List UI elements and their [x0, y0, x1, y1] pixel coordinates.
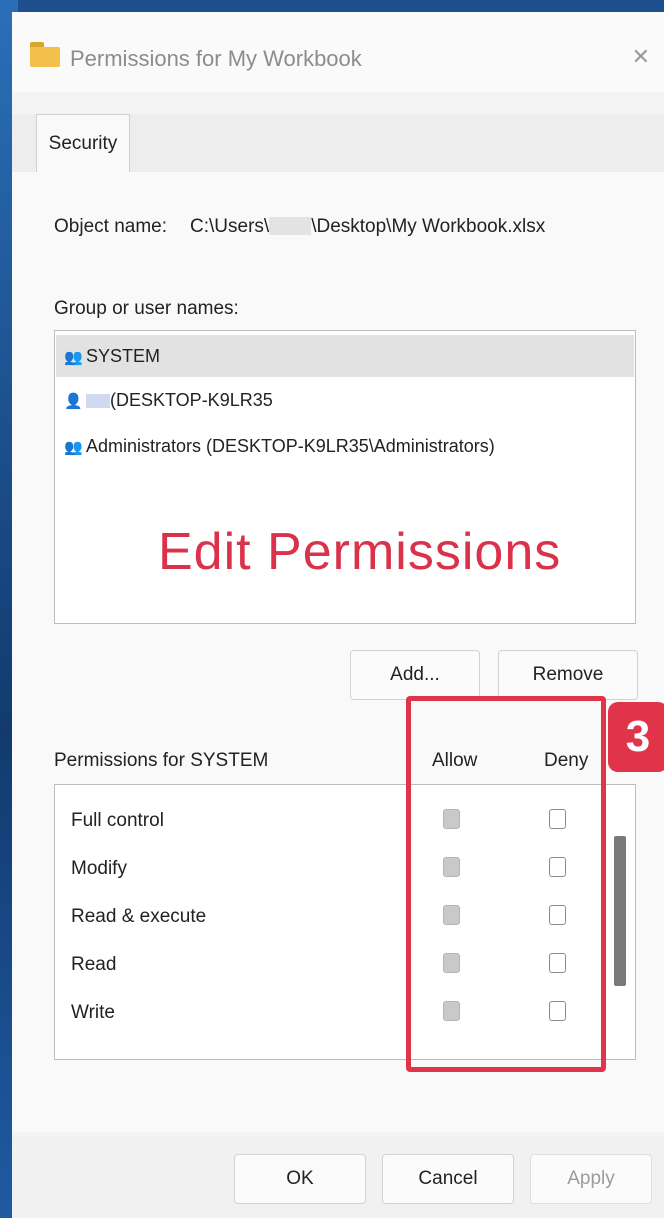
allow-deny-highlight-box — [406, 696, 606, 1072]
tab-strip: Security — [12, 114, 664, 173]
user-item-label: SYSTEM — [86, 346, 161, 366]
permissions-dialog: Permissions for My Workbook ✕ Security O… — [12, 12, 664, 1218]
title-bar: Permissions for My Workbook ✕ — [12, 12, 664, 92]
close-icon[interactable]: ✕ — [632, 44, 650, 70]
user-item-administrators[interactable]: 👥 Administrators (DESKTOP-K9LR35\Administ… — [56, 425, 634, 467]
object-path-suffix: \Desktop\My Workbook.xlsx — [311, 216, 546, 237]
permission-name: Write — [71, 1002, 115, 1023]
permissions-scrollbar[interactable] — [614, 836, 626, 986]
permission-name: Read & execute — [71, 906, 207, 927]
permission-name: Full control — [71, 810, 164, 831]
apply-button[interactable]: Apply — [530, 1154, 652, 1204]
group-icon: 👥 — [64, 439, 83, 456]
user-item-system[interactable]: 👥 SYSTEM — [56, 335, 634, 377]
edit-permissions-overlay: Edit Permissions — [158, 523, 562, 581]
object-name-value: C:\Users\ \Desktop\My Workbook.xlsx — [190, 216, 545, 238]
add-button[interactable]: Add... — [350, 650, 480, 700]
user-icon: 👤 — [64, 393, 83, 410]
group-icon: 👥 — [64, 349, 83, 366]
cancel-button[interactable]: Cancel — [382, 1154, 514, 1204]
ok-button[interactable]: OK — [234, 1154, 366, 1204]
permission-name: Modify — [71, 858, 127, 879]
group-names-label: Group or user names: — [54, 298, 239, 319]
user-item-label: Administrators (DESKTOP-K9LR35\Administr… — [86, 436, 495, 456]
remove-button[interactable]: Remove — [498, 650, 638, 700]
permissions-label: Permissions for SYSTEM — [54, 750, 269, 771]
redacted-username — [269, 217, 312, 235]
redacted-username — [86, 394, 110, 408]
object-path-prefix: C:\Users\ — [190, 216, 270, 237]
dialog-footer: OK Cancel Apply — [12, 1136, 664, 1218]
permission-name: Read — [71, 954, 117, 975]
folder-icon — [30, 42, 60, 68]
user-item-local-user[interactable]: 👤 (DESKTOP-K9LR35 — [56, 379, 634, 421]
tab-security[interactable]: Security — [36, 114, 130, 173]
user-item-label: (DESKTOP-K9LR35 — [110, 390, 273, 410]
step-number-badge: 3 — [608, 702, 664, 772]
object-name-label: Object name: — [54, 216, 167, 237]
dialog-title: Permissions for My Workbook — [70, 46, 362, 71]
